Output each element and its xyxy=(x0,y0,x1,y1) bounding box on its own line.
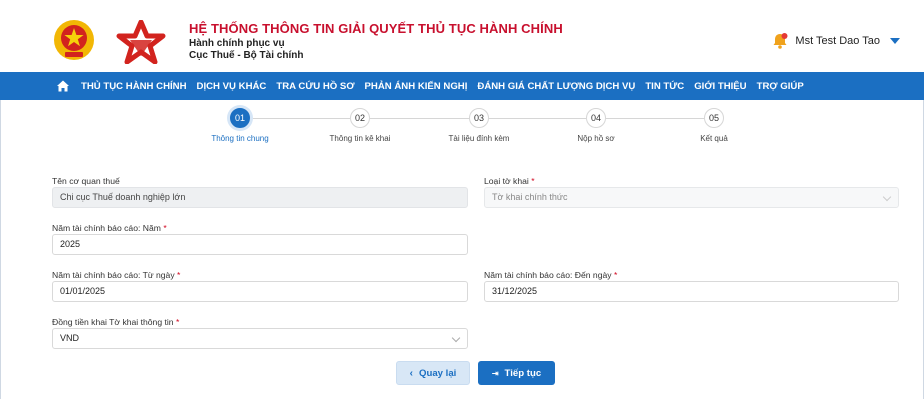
from-date-input[interactable]: 01/01/2025 xyxy=(52,281,468,302)
declaration-type-label: Loại tờ khai * xyxy=(484,176,535,186)
required-marker: * xyxy=(177,270,181,280)
back-button[interactable]: ‹ Quay lại xyxy=(396,361,470,385)
chevron-left-icon: ‹ xyxy=(409,367,413,379)
step-number: 02 xyxy=(350,108,370,128)
system-subtitle-2: Cục Thuế - Bộ Tài chính xyxy=(189,50,304,61)
chevron-down-icon xyxy=(882,192,892,202)
required-marker: * xyxy=(175,317,180,327)
nav-item-service-rating[interactable]: ĐÁNH GIÁ CHẤT LƯỢNG DỊCH VỤ xyxy=(477,81,635,92)
next-arrow-icon: ⇥ xyxy=(491,368,499,378)
step-number: 04 xyxy=(586,108,606,128)
main-nav: THỦ TỤC HÀNH CHÍNH DỊCH VỤ KHÁC TRA CỨU … xyxy=(0,72,924,100)
nav-item-about[interactable]: GIỚI THIỆU xyxy=(694,81,746,92)
step-general-info[interactable]: 01 Thông tin chung xyxy=(180,108,300,143)
continue-button[interactable]: ⇥ Tiếp tục xyxy=(478,361,555,385)
header: HỆ THỐNG THÔNG TIN GIẢI QUYẾT THỦ TỤC HÀ… xyxy=(0,0,924,72)
step-label: Kết quả xyxy=(700,134,728,143)
step-number: 01 xyxy=(230,108,250,128)
nav-item-help[interactable]: TRỢ GIÚP xyxy=(757,81,804,92)
nav-item-feedback[interactable]: PHẢN ÁNH KIẾN NGHỊ xyxy=(365,81,468,92)
nav-item-news[interactable]: TIN TỨC xyxy=(645,81,684,92)
bell-icon[interactable] xyxy=(771,32,789,50)
required-marker: * xyxy=(163,223,167,233)
step-label: Tài liệu đính kèm xyxy=(448,134,510,143)
tax-agency-field: Chi cục Thuế doanh nghiệp lớn xyxy=(52,187,468,208)
system-subtitle-1: Hành chính phục vụ xyxy=(189,38,285,49)
step-number: 03 xyxy=(469,108,489,128)
nav-item-lookup[interactable]: TRA CỨU HỒ SƠ xyxy=(276,81,354,92)
to-date-label: Năm tài chính báo cáo: Đến ngày * xyxy=(484,270,618,280)
from-date-label: Năm tài chính báo cáo: Từ ngày * xyxy=(52,270,181,280)
step-submit[interactable]: 04 Nộp hồ sơ xyxy=(536,108,656,143)
header-title-block: HỆ THỐNG THÔNG TIN GIẢI QUYẾT THỦ TỤC HÀ… xyxy=(189,21,563,61)
step-label: Thông tin kê khai xyxy=(329,134,391,143)
required-marker: * xyxy=(531,176,535,186)
step-label: Nộp hồ sơ xyxy=(577,134,615,143)
chevron-down-icon[interactable] xyxy=(890,38,900,44)
fiscal-year-input[interactable]: 2025 xyxy=(52,234,468,255)
user-name: Mst Test Dao Tao xyxy=(795,35,880,47)
step-attachments[interactable]: 03 Tài liệu đính kèm xyxy=(419,108,539,143)
declaration-type-select[interactable]: Tờ khai chính thức xyxy=(484,187,899,208)
to-date-input[interactable]: 31/12/2025 xyxy=(484,281,899,302)
progress-stepper: 01 Thông tin chung 02 Thông tin kê khai … xyxy=(0,108,924,150)
chevron-down-icon xyxy=(451,333,461,343)
step-number: 05 xyxy=(704,108,724,128)
currency-label: Đồng tiền khai Tờ khai thông tin * xyxy=(52,317,180,327)
nav-item-procedures[interactable]: THỦ TỤC HÀNH CHÍNH xyxy=(81,81,187,92)
fiscal-year-label: Năm tài chính báo cáo: Năm * xyxy=(52,223,167,233)
nav-item-other-services[interactable]: DỊCH VỤ KHÁC xyxy=(197,81,267,92)
national-emblem-icon xyxy=(54,20,94,60)
tax-agency-label: Tên cơ quan thuế xyxy=(52,176,120,186)
step-label: Thông tin chung xyxy=(211,134,269,143)
step-result[interactable]: 05 Kết quả xyxy=(654,108,774,143)
step-declaration-info[interactable]: 02 Thông tin kê khai xyxy=(300,108,420,143)
required-marker: * xyxy=(613,270,618,280)
tax-department-logo-icon xyxy=(116,20,166,64)
currency-select[interactable]: VND xyxy=(52,328,468,349)
system-title: HỆ THỐNG THÔNG TIN GIẢI QUYẾT THỦ TỤC HÀ… xyxy=(189,21,563,36)
user-menu[interactable]: Mst Test Dao Tao xyxy=(771,32,900,50)
home-icon[interactable] xyxy=(56,79,70,93)
